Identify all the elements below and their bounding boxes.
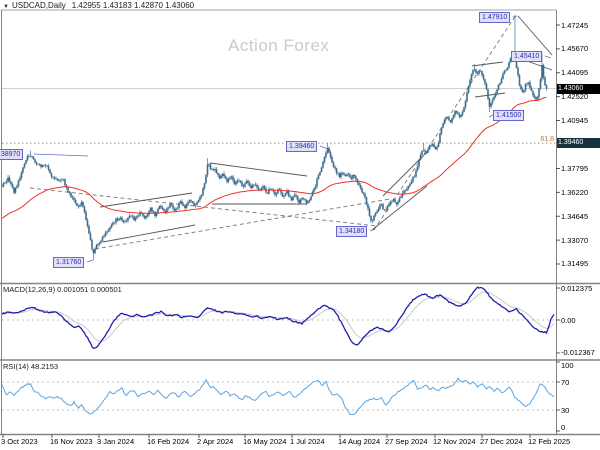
macd-tick-label[interactable]: 0.012375 [561,284,592,293]
callout-tail [319,145,329,150]
watermark-text: Action Forex [228,36,330,55]
y-axis-tick-label[interactable]: 1.44095 [561,68,588,77]
y-axis-tick-label[interactable]: 1.33070 [561,236,588,245]
callout-tail [512,15,518,18]
x-axis-date-label[interactable]: 1 Jul 2024 [290,437,325,446]
price-callout[interactable]: 1.34180 [336,226,368,237]
symbol-period-label: USDCAD,Daily [11,1,66,10]
fib-percent-label: 61.8 [540,135,554,143]
rsi-tick-label[interactable]: 0 [561,423,565,432]
price-callout[interactable]: 1.31760 [53,257,85,268]
y-axis-tick-label[interactable]: 1.34645 [561,212,588,221]
x-axis-date-label[interactable]: 14 Aug 2024 [338,437,380,446]
x-axis-date-label[interactable]: 12 Nov 2024 [433,437,476,446]
y-axis-tick-label[interactable]: 1.45670 [561,44,588,53]
x-axis-date-label[interactable]: 27 Sep 2024 [385,437,428,446]
y-axis-tick-label[interactable]: 1.31495 [561,259,588,268]
y-axis-tick-label[interactable]: 1.36220 [561,188,588,197]
callout-tail [86,259,94,263]
callout-tail [33,153,89,157]
trendline-solid [517,15,553,56]
trendline-solid [474,92,506,98]
rsi-tick-label[interactable]: 70 [561,378,569,387]
price-callout[interactable]: 1.41500 [493,110,525,121]
x-axis-date-label[interactable]: 3 Jan 2024 [97,437,134,446]
price-callout[interactable]: 1.39460 [286,141,318,152]
trendline-solid [102,224,196,243]
trendline-solid [471,61,504,67]
trendline-dashed [94,198,391,250]
x-axis-date-label[interactable]: 16 Feb 2024 [147,437,189,446]
macd-tick-label[interactable]: -0.012367 [561,348,595,357]
y-axis-tick-label[interactable]: 1.42520 [561,92,588,101]
callout-tail [544,55,552,59]
price-callout[interactable]: 1.47910 [479,12,511,23]
current-price-badge: 1.43060 [557,83,600,94]
x-axis-date-label[interactable]: 16 May 2024 [243,437,286,446]
rsi-indicator-label: RSI(14) 48.2153 [3,362,59,371]
symbol-dropdown-icon[interactable]: ▼ [3,4,9,10]
macd-indicator-label: MACD(12,26,9) 0.001051 0.000501 [3,285,122,294]
chart-canvas[interactable] [0,0,600,450]
moving-average-line [1,96,547,219]
trading-chart-window: ▼ USDCAD,Daily 1.42955 1.43183 1.42870 1.4… [0,0,600,450]
price-callout[interactable]: 1.45410 [511,51,543,62]
rsi-line [1,376,555,416]
y-axis-tick-label[interactable]: 1.47245 [561,21,588,30]
y-axis-tick-label[interactable]: 1.40945 [561,116,588,125]
rsi-tick-label[interactable]: 100 [561,361,574,370]
y-axis-tick-label[interactable]: 1.37795 [561,164,588,173]
fib-price-badge: 1.39460 [557,138,600,149]
price-callout[interactable]: 1.38970 [0,149,24,160]
x-axis-date-label[interactable]: 27 Dec 2024 [480,437,523,446]
x-axis-date-label[interactable]: 2 Apr 2024 [197,437,233,446]
ohlc-values: 1.42955 1.43183 1.42870 1.43060 [71,1,195,10]
chart-title-bar: ▼ USDCAD,Daily 1.42955 1.43183 1.42870 1.4… [3,1,194,10]
macd-tick-label[interactable]: 0.00 [561,316,576,325]
x-axis-date-label[interactable]: 16 Nov 2023 [50,437,93,446]
x-axis-date-label[interactable]: 12 Feb 2025 [528,437,570,446]
x-axis-date-label[interactable]: 3 Oct 2023 [1,437,38,446]
rsi-tick-label[interactable]: 30 [561,406,569,415]
